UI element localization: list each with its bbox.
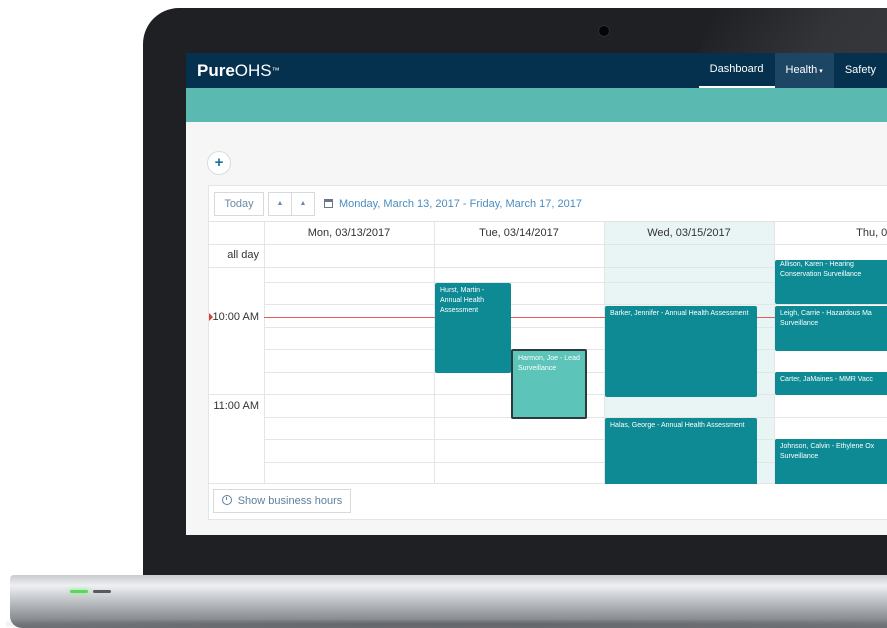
app-screen: PureOHS™ Dashboard Health ▾ Safety + Toda… <box>186 53 887 535</box>
today-button[interactable]: Today <box>214 192 264 216</box>
day-header: Wed, 03/15/2017 <box>647 227 731 239</box>
time-label: 10:00 AM <box>212 311 259 323</box>
brand-bold: Pure <box>197 61 235 80</box>
nav-health-label: Health <box>785 64 818 76</box>
calendar-event[interactable]: Hurst, Martin - Annual Health Assessment <box>435 283 511 373</box>
nav-menu: Dashboard Health ▾ Safety <box>698 53 887 88</box>
day-header: Mon, 03/13/2017 <box>307 227 391 239</box>
next-week-button[interactable]: ▲ <box>291 192 315 216</box>
nav-dashboard[interactable]: Dashboard <box>698 53 775 88</box>
time-label: 11:00 AM <box>213 400 259 412</box>
webcam <box>599 26 609 36</box>
grid-divider <box>264 222 265 484</box>
all-day-label: all day <box>227 249 259 261</box>
date-range-label: Monday, March 13, 2017 - Friday, March 1… <box>339 198 582 210</box>
calendar-event[interactable]: Allison, Karen - Hearing Conservation Su… <box>775 260 887 304</box>
current-time-arrow-icon <box>209 313 213 321</box>
nav-safety-label: Safety <box>844 64 876 76</box>
plus-icon: + <box>214 154 224 171</box>
calendar-panel: Today ▲ ▲ Monday, March 13, 2017 - Frida… <box>208 185 887 520</box>
grid-line <box>264 304 887 305</box>
show-business-hours-button[interactable]: Show business hours <box>213 489 351 513</box>
brand-light: OHS <box>234 61 272 80</box>
brand-logo[interactable]: PureOHS™ <box>197 61 280 81</box>
calendar-event-selected[interactable]: Harmon, Joe - Lead Surveillance <box>511 349 587 419</box>
week-grid: Mon, 03/13/2017 Tue, 03/14/2017 Wed, 03/… <box>209 221 887 484</box>
grid-line <box>209 244 887 245</box>
clock-icon <box>221 495 232 505</box>
nav-dashboard-label: Dashboard <box>709 63 764 75</box>
calendar-event[interactable]: Barker, Jennifer - Annual Health Assessm… <box>605 306 757 397</box>
chevron-down-icon: ▾ <box>819 68 823 75</box>
show-business-hours-label: Show business hours <box>237 495 343 507</box>
calendar-event[interactable]: Halas, George - Annual Health Assessment <box>605 418 757 484</box>
port-indicator <box>93 590 111 593</box>
top-navbar: PureOHS™ Dashboard Health ▾ Safety <box>186 53 887 88</box>
nav-health[interactable]: Health ▾ <box>774 53 834 88</box>
brand-trademark: ™ <box>271 66 280 75</box>
add-event-button[interactable]: + <box>207 151 231 175</box>
date-range-picker[interactable]: Monday, March 13, 2017 - Friday, March 1… <box>324 192 582 216</box>
calendar-event[interactable]: Carter, JaMaines - MMR Vacc <box>775 372 887 395</box>
calendar-icon <box>324 199 333 208</box>
today-label: Today <box>224 198 254 210</box>
prev-week-button[interactable]: ▲ <box>268 192 292 216</box>
sub-header-bar <box>186 88 887 122</box>
nav-safety[interactable]: Safety <box>834 53 887 88</box>
day-header: Thu, 03/16/20 <box>856 227 887 239</box>
laptop-shadow <box>6 620 887 628</box>
day-header: Tue, 03/14/2017 <box>479 227 559 239</box>
calendar-event[interactable]: Johnson, Calvin - Ethylene Ox Surveillan… <box>775 439 887 484</box>
arrow-up-icon: ▲ <box>299 200 307 207</box>
arrow-up-icon: ▲ <box>276 200 284 207</box>
power-led <box>70 590 88 593</box>
calendar-event[interactable]: Leigh, Carrie - Hazardous Ma Surveillanc… <box>775 306 887 351</box>
